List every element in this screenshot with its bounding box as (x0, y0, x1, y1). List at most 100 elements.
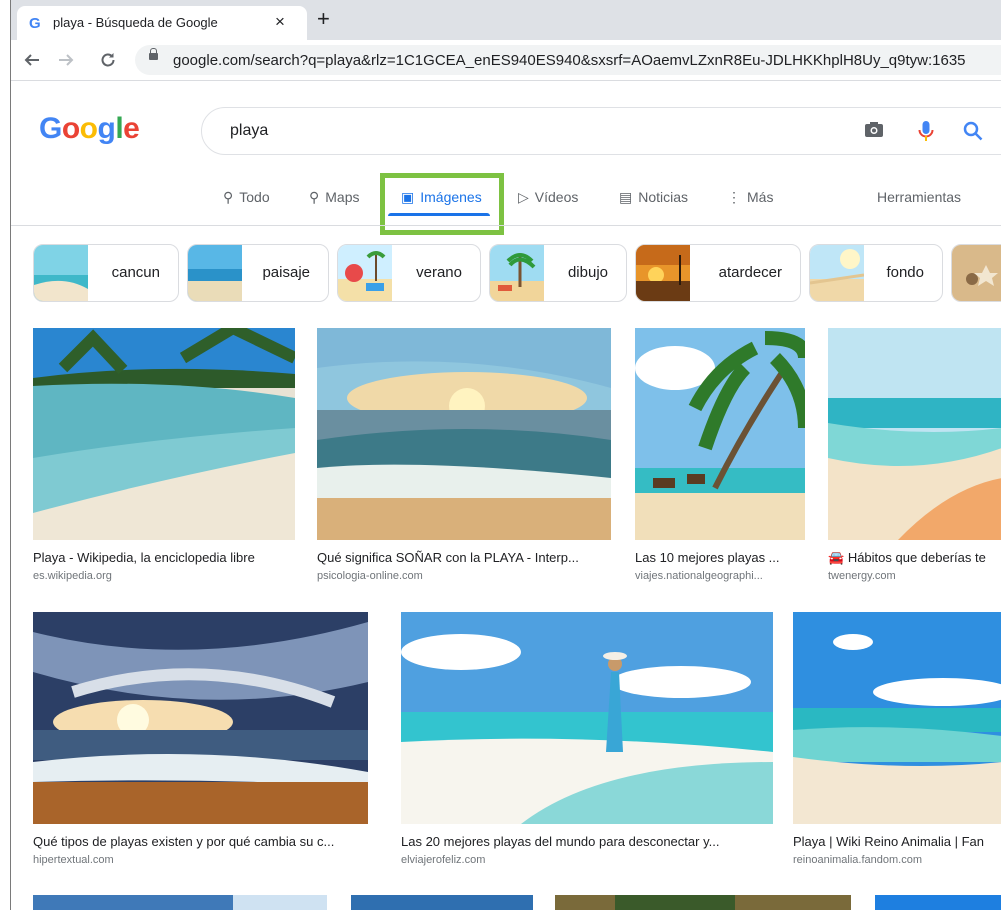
result-image (555, 895, 851, 910)
address-bar[interactable]: google.com/search?q=playa&rlz=1C1GCEA_en… (135, 45, 1001, 75)
tab-title: playa - Búsqueda de Google (53, 15, 218, 30)
google-favicon-icon: G (29, 15, 41, 32)
tab-news[interactable]: ▤ Noticias (619, 189, 688, 206)
logo-letter: o (61, 112, 80, 145)
close-tab-icon[interactable]: × (275, 12, 285, 32)
chip-more[interactable] (951, 244, 1001, 302)
result-image (401, 612, 773, 824)
image-result[interactable] (33, 895, 327, 910)
search-tabs: ⚲ Todo ⚲ Maps ▣ Imágenes ▷ Vídeos ▤ Noticias … (11, 180, 1001, 216)
header-divider (11, 225, 1001, 226)
image-result[interactable]: Playa - Wikipedia, la enciclopedia libre… (33, 328, 295, 584)
car-icon: 🚘 (828, 550, 845, 565)
tab-label: Todo (239, 189, 270, 205)
chip-fondo[interactable]: fondo (809, 244, 943, 302)
back-arrow-icon[interactable] (23, 51, 41, 69)
result-source: reinoanimalia.fandom.com (793, 854, 923, 866)
result-caption[interactable]: Qué tipos de playas existen y por qué ca… (33, 834, 379, 849)
browser-window: G playa - Búsqueda de Google × + google.… (10, 0, 1001, 910)
chip-thumbnail (338, 245, 392, 301)
new-tab-button[interactable]: + (317, 6, 330, 32)
result-source: elviajerofeliz.com (401, 854, 486, 866)
play-icon: ▷ (518, 189, 529, 205)
search-input[interactable]: playa (230, 122, 268, 140)
search-icon: ⚲ (223, 189, 234, 205)
more-vert-icon: ⋮ (727, 189, 741, 205)
result-image (33, 328, 295, 540)
result-caption[interactable]: 🚘 Hábitos que deberías te (828, 550, 1001, 566)
result-source: twenergy.com (828, 570, 896, 582)
tab-strip: G playa - Búsqueda de Google × + (11, 0, 1001, 40)
result-source: es.wikipedia.org (33, 570, 112, 582)
chip-atardecer[interactable]: atardecer (635, 244, 801, 302)
chip-label: verano (416, 264, 462, 281)
logo-letter: o (79, 112, 98, 145)
address-toolbar: google.com/search?q=playa&rlz=1C1GCEA_en… (11, 40, 1001, 81)
forward-arrow-icon[interactable] (57, 51, 75, 69)
tab-videos[interactable]: ▷ Vídeos (518, 189, 578, 206)
google-logo[interactable]: Google (39, 112, 140, 146)
chip-thumbnail (34, 245, 88, 301)
tab-label: Más (747, 189, 774, 205)
result-image (33, 612, 368, 824)
logo-letter: g (97, 112, 116, 145)
result-image (317, 328, 611, 540)
result-image (828, 328, 1001, 540)
chip-cancun[interactable]: cancun (33, 244, 179, 302)
tab-label: Vídeos (534, 189, 579, 205)
news-icon: ▤ (619, 189, 633, 205)
result-caption[interactable]: Las 10 mejores playas ... (635, 550, 805, 565)
image-result[interactable]: Qué tipos de playas existen y por qué ca… (33, 612, 383, 870)
map-pin-icon: ⚲ (309, 189, 320, 205)
image-result[interactable]: Las 20 mejores playas del mundo para des… (401, 612, 777, 870)
image-result[interactable]: Las 10 mejores playas ... viajes.nationa… (635, 328, 805, 584)
chip-label: paisaje (262, 264, 310, 281)
image-result[interactable] (555, 895, 851, 910)
chip-thumbnail (188, 245, 242, 301)
reload-icon[interactable] (99, 51, 117, 69)
tab-label: Noticias (638, 189, 689, 205)
lock-icon (149, 48, 158, 60)
chip-label: cancun (111, 264, 160, 281)
browser-tab[interactable]: G playa - Búsqueda de Google × (17, 6, 307, 40)
image-result[interactable]: Qué significa SOÑAR con la PLAYA - Inter… (317, 328, 613, 584)
result-source: viajes.nationalgeographi... (635, 570, 763, 582)
image-result[interactable]: Playa | Wiki Reino Animalia | Fan reinoa… (793, 612, 1001, 870)
microphone-icon[interactable] (914, 119, 938, 143)
url-text: google.com/search?q=playa&rlz=1C1GCEA_en… (173, 52, 966, 69)
chip-thumbnail (810, 245, 864, 301)
result-image (875, 895, 1001, 910)
chip-thumbnail (636, 245, 690, 301)
logo-letter: e (123, 112, 140, 145)
result-caption[interactable]: Playa - Wikipedia, la enciclopedia libre (33, 550, 295, 565)
logo-letter: l (115, 112, 124, 145)
search-icon[interactable] (962, 120, 984, 142)
logo-letter: G (39, 112, 62, 145)
result-image (33, 895, 327, 910)
result-caption[interactable]: Las 20 mejores playas del mundo para des… (401, 834, 777, 849)
result-caption-text: Hábitos que deberías te (847, 550, 986, 565)
search-box[interactable]: playa (201, 107, 1001, 155)
tools-button[interactable]: Herramientas (877, 189, 961, 205)
chip-thumbnail (490, 245, 544, 301)
chip-label: fondo (886, 264, 924, 281)
result-source: psicologia-online.com (317, 570, 423, 582)
result-image (351, 895, 533, 910)
chip-label: dibujo (567, 264, 608, 281)
chip-dibujo[interactable]: dibujo (489, 244, 627, 302)
tab-todo[interactable]: ⚲ Todo (223, 189, 270, 206)
result-image (635, 328, 805, 540)
tab-label: Maps (325, 189, 360, 205)
camera-icon[interactable] (864, 122, 884, 138)
image-result[interactable] (875, 895, 1001, 910)
tab-maps[interactable]: ⚲ Maps (309, 189, 377, 206)
result-image (793, 612, 1001, 824)
result-caption[interactable]: Playa | Wiki Reino Animalia | Fan (793, 834, 1001, 849)
chip-paisaje[interactable]: paisaje (187, 244, 329, 302)
chip-verano[interactable]: verano (337, 244, 481, 302)
tab-more[interactable]: ⋮ Más (727, 189, 773, 206)
result-caption[interactable]: Qué significa SOÑAR con la PLAYA - Inter… (317, 550, 613, 565)
result-source: hipertextual.com (33, 854, 114, 866)
image-result[interactable] (351, 895, 533, 910)
image-result[interactable]: 🚘 Hábitos que deberías te twenergy.com (828, 328, 1001, 584)
